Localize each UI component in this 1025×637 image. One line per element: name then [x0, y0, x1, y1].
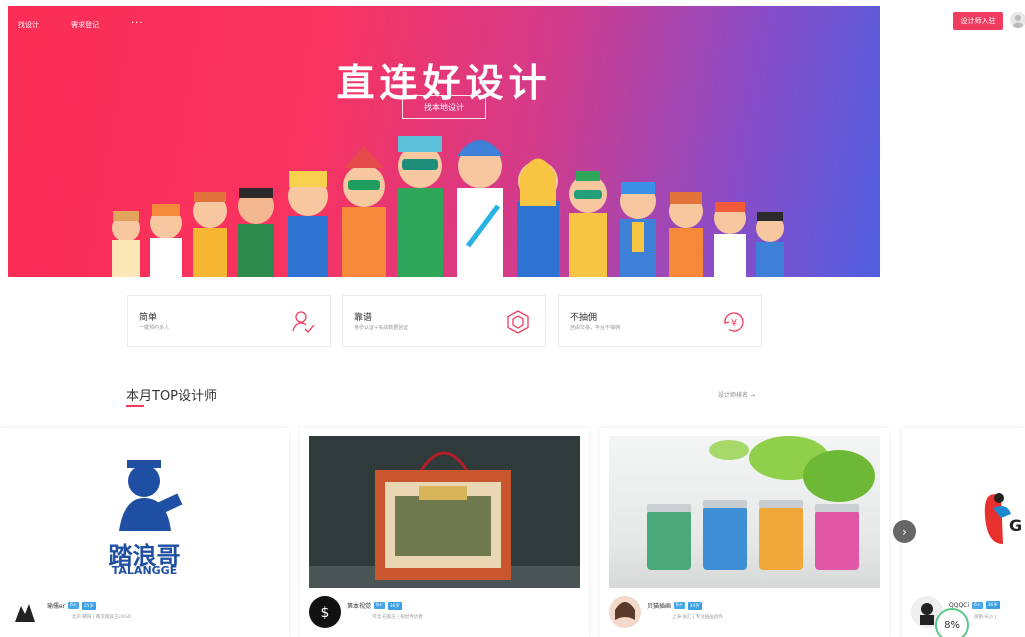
carousel-next-button[interactable]: › [893, 520, 916, 543]
feature-subtitle: 一键预约多人 [139, 325, 170, 331]
designer-name[interactable]: 第本视觉 [347, 601, 371, 610]
section-underline [126, 405, 144, 407]
designer-name[interactable]: 贝猫插画 [647, 601, 671, 610]
progress-circle: 8% [935, 608, 969, 637]
hexagon-icon [507, 310, 529, 334]
feature-subtitle: 自由交易，平台不抽佣 [570, 325, 621, 331]
designers-illustration [112, 136, 784, 277]
designer-name-row: 贝猫插画 6+ 34岁 [647, 601, 702, 610]
designer-meta: 河北·石家庄 | 视觉传达者 [372, 615, 423, 620]
designer-card[interactable]: 贝猫插画 6+ 34岁 上海·徐汇 | 专注插画创作 [600, 428, 889, 637]
age-badge: 36岁 [387, 601, 402, 610]
level-badge: 6+ [374, 602, 385, 609]
hero-banner: 找设计 需求登记 ··· 直连好设计 找本地设计 [8, 6, 880, 277]
avatar[interactable] [609, 596, 641, 628]
designer-meta: 上海·徐汇 | 专注插画创作 [672, 615, 723, 620]
feature-title: 不抽佣 [570, 313, 598, 323]
card-thumbnail[interactable] [309, 436, 580, 588]
find-local-design-button[interactable]: 找本地设计 [402, 95, 486, 119]
nav-demand-register[interactable]: 需求登记 [71, 20, 99, 30]
yen-refresh-icon: ¥ [724, 312, 744, 332]
age-badge: 34岁 [687, 601, 702, 610]
user-avatar-icon[interactable] [1010, 12, 1025, 28]
level-badge: 6+ [674, 602, 685, 609]
feature-simple: 简单 一键预约多人 [127, 295, 331, 347]
designer-name-row: 第本视觉 6+ 36岁 [347, 601, 402, 610]
designer-ranking-link[interactable]: 设计师排名 → [718, 390, 755, 399]
nav-find-design[interactable]: 找设计 [18, 20, 39, 30]
feature-no-commission: 不抽佣 自由交易，平台不抽佣 ¥ [558, 295, 762, 347]
card-thumbnail[interactable] [609, 436, 880, 588]
designer-meta: 湖南·长沙 | [974, 615, 997, 620]
designer-card[interactable]: $ 第本视觉 6+ 36岁 河北·石家庄 | 视觉传达者 [300, 428, 589, 637]
logo-text: G [1009, 516, 1023, 535]
feature-title: 靠谱 [354, 313, 373, 323]
avatar[interactable]: $ [309, 596, 341, 628]
level-badge: 6+ [68, 602, 79, 609]
designer-meta: 北京·朝阳 | 两次踏浪王LOGO [72, 615, 132, 620]
svg-text:¥: ¥ [731, 318, 737, 329]
avatar[interactable] [9, 596, 41, 628]
feature-reliable: 靠谱 身份认证+实战数据验证 [342, 295, 546, 347]
designer-name-row: 瑜儒er 6+ 25岁 [47, 601, 97, 610]
svg-text:$: $ [321, 605, 330, 621]
age-badge: 25岁 [81, 601, 97, 610]
level-badge: 6+ [972, 601, 983, 609]
card-thumbnail[interactable]: G [911, 436, 1025, 588]
chevron-right-icon: › [902, 524, 907, 539]
feature-title: 简单 [139, 313, 158, 323]
nav-more-icon[interactable]: ··· [131, 19, 144, 30]
designer-card[interactable]: 踏浪哥 TALANGGE 瑜儒er 6+ 25岁 北京·朝阳 | 两次踏浪王LO… [0, 428, 289, 637]
logo-subtext: TALANGGE [111, 564, 178, 577]
age-badge: 36岁 [985, 601, 1000, 609]
designer-join-button[interactable]: 设计师入驻 [953, 12, 1003, 30]
section-title: 本月TOP设计师 [126, 389, 218, 404]
card-thumbnail[interactable]: 踏浪哥 TALANGGE [9, 436, 280, 588]
user-check-icon [292, 311, 315, 333]
designer-name[interactable]: 瑜儒er [47, 601, 65, 610]
top-nav: 找设计 需求登记 ··· [18, 19, 176, 30]
feature-subtitle: 身份认证+实战数据验证 [354, 325, 409, 331]
designer-card[interactable]: G QQQCi 6+ 36岁 湖南·长沙 | [902, 428, 1025, 637]
